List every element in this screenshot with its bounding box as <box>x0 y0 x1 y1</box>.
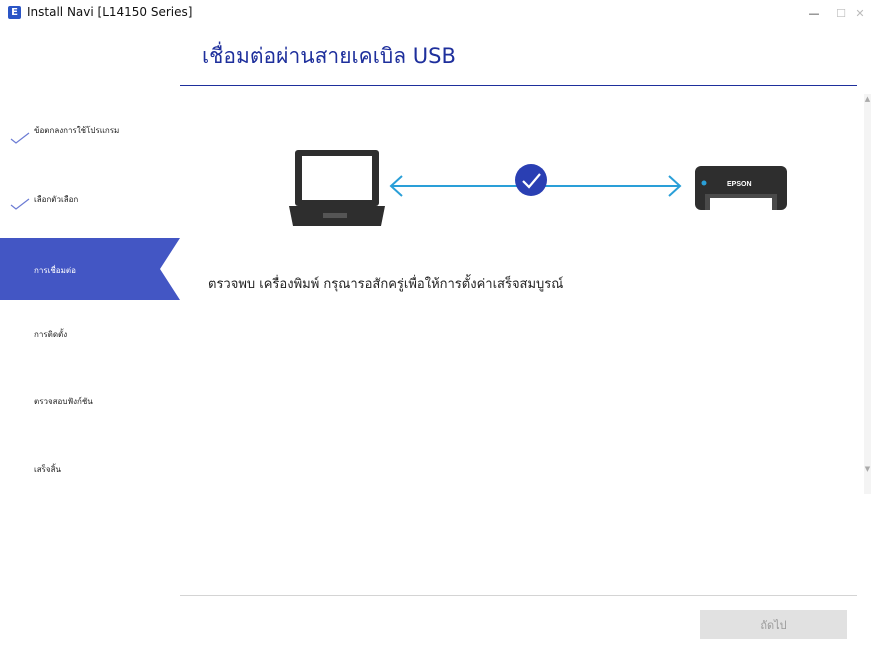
checkmark-icon <box>10 132 30 144</box>
minimize-button[interactable]: — <box>799 0 829 26</box>
close-button[interactable]: ✕ <box>845 0 871 26</box>
sidebar-step-connection: การเชื่อมต่อ <box>0 238 180 300</box>
sidebar-step-label: เสร็จสิ้น <box>34 465 61 474</box>
minimize-icon: — <box>808 6 820 20</box>
active-step-pointer <box>160 238 180 300</box>
window-title: Install Navi [L14150 Series] <box>27 5 193 19</box>
page-title: เชื่อมต่อผ่านสายเคเบิล USB <box>202 44 456 68</box>
sidebar-step-finish: เสร็จสิ้น <box>0 437 180 499</box>
status-message: ตรวจพบ เครื่องพิมพ์ กรุณารอสักครู่เพื่อใ… <box>208 277 564 292</box>
title-bar: E Install Navi [L14150 Series] — ☐ ✕ <box>0 0 871 26</box>
sidebar-step-agreement: ข้อตกลงการใช้โปรแกรม <box>0 95 180 157</box>
sidebar-step-label: การเชื่อมต่อ <box>34 266 76 275</box>
sidebar-step-install: การติดตั้ง <box>0 302 180 364</box>
computer-icon <box>289 150 385 226</box>
printer-icon: EPSON <box>695 166 787 210</box>
connected-check-icon <box>515 164 547 196</box>
sidebar-step-label: ข้อตกลงการใช้โปรแกรม <box>34 126 120 135</box>
scroll-up-icon[interactable]: ▲ <box>864 94 871 104</box>
sidebar-step-label: ตรวจสอบฟังก์ชัน <box>34 397 93 406</box>
footer-divider <box>180 595 857 596</box>
next-button[interactable]: ถัดไป <box>700 610 847 639</box>
scrollbar[interactable]: ▲ ▼ <box>864 94 871 494</box>
close-icon: ✕ <box>855 6 865 20</box>
printer-brand-text: EPSON <box>727 181 752 188</box>
scroll-down-icon[interactable]: ▼ <box>864 464 871 474</box>
connection-illustration: EPSON <box>285 140 805 240</box>
app-icon: E <box>8 6 21 19</box>
checkmark-icon <box>10 198 30 210</box>
sidebar-step-check: ตรวจสอบฟังก์ชัน <box>0 369 180 431</box>
sidebar-step-label: การติดตั้ง <box>34 330 68 339</box>
header-divider <box>180 85 857 86</box>
sidebar-step-options: เลือกตัวเลือก <box>0 167 180 229</box>
sidebar-step-label: เลือกตัวเลือก <box>34 195 79 204</box>
